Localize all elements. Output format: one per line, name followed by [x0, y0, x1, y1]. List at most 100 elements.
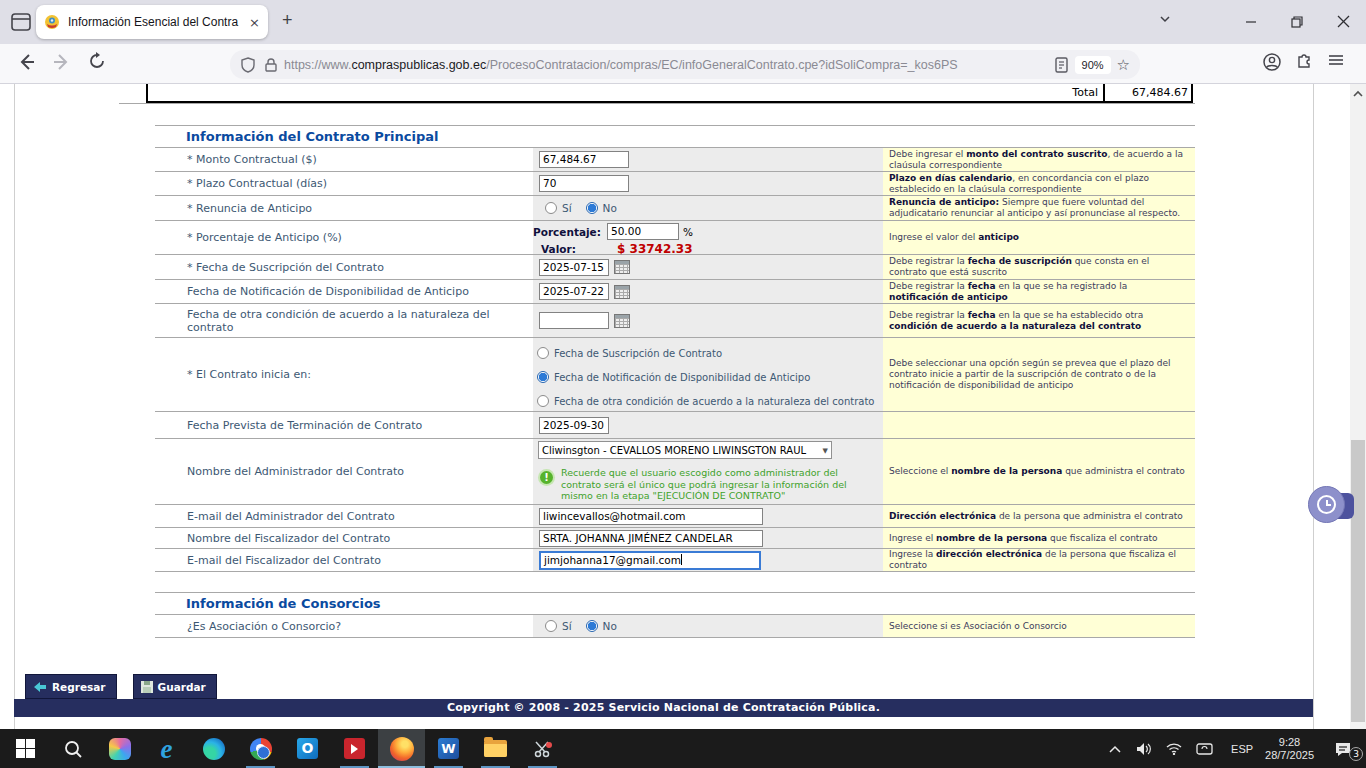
scrollbar-up-icon[interactable]: [1353, 90, 1363, 98]
text-input[interactable]: 2025-09-30: [539, 417, 609, 434]
field-label: * Fecha de Suscripción del Contrato: [187, 261, 384, 274]
floating-clock-widget[interactable]: [1308, 486, 1356, 526]
calendar-icon[interactable]: [614, 314, 630, 328]
taskbar-search[interactable]: [49, 729, 96, 768]
help-text: Seleccione el nombre de la persona que a…: [889, 466, 1185, 477]
text-input[interactable]: [539, 312, 609, 329]
chrome-icon: [250, 738, 272, 760]
forward-icon[interactable]: [52, 52, 76, 76]
lock-icon[interactable]: [264, 57, 278, 72]
valor-anticipo: $ 33742.33: [617, 242, 693, 256]
divider: [119, 103, 1195, 104]
section-title-consorcios: Información de Consorcios: [155, 592, 1195, 615]
restore-button[interactable]: [1274, 13, 1320, 32]
tray-clock[interactable]: 9:2828/7/2025: [1265, 736, 1314, 762]
start-icon: [16, 739, 35, 758]
taskbar-file-explorer[interactable]: [472, 729, 519, 768]
extensions-icon[interactable]: [1296, 52, 1314, 72]
text-input[interactable]: jimjohanna17@gmail.com: [539, 551, 761, 570]
scrollbar-thumb[interactable]: [1351, 440, 1365, 722]
tray-language[interactable]: ESP: [1231, 743, 1253, 755]
taskbar-snipping-tool[interactable]: [519, 729, 566, 768]
zoom-level-badge[interactable]: 90%: [1075, 56, 1111, 74]
radio-button[interactable]: [545, 620, 557, 632]
search-icon: [63, 739, 83, 759]
shield-icon[interactable]: [240, 57, 256, 73]
calendar-icon[interactable]: [614, 285, 630, 299]
new-tab-button[interactable]: +: [282, 10, 293, 31]
help-cell: Debe seleccionar una opción según se pre…: [883, 338, 1195, 411]
help-text: Debe registrar la fecha de suscripción q…: [889, 256, 1189, 278]
reload-icon[interactable]: [88, 52, 112, 76]
taskbar-start[interactable]: [2, 729, 49, 768]
text-input[interactable]: 67,484.67: [539, 151, 629, 168]
form-row-4: * Fecha de Suscripción del Contrato 2025-…: [155, 255, 1195, 280]
word-icon: W: [438, 738, 459, 759]
administrador-select[interactable]: Cliwinsgton - CEVALLOS MORENO LIWINSGTON…: [538, 441, 832, 459]
form-row-0: * Monto Contractual ($)67,484.67Debe ing…: [155, 148, 1195, 172]
form-row-11: Nombre del Fiscalizador del ContratoSRTA…: [155, 528, 1195, 549]
firefox-view-icon[interactable]: [10, 12, 32, 32]
help-text: Seleccione si es Asociación o Consorcio: [889, 621, 1067, 632]
field-control: 2025-09-30: [533, 412, 883, 438]
help-cell: [883, 412, 1195, 438]
notification-count: 3: [1349, 747, 1363, 761]
total-label: Total: [148, 84, 1103, 101]
taskbar-acrobat[interactable]: [331, 729, 378, 768]
tray-wifi-icon[interactable]: [1159, 742, 1189, 755]
radio-button[interactable]: [586, 620, 598, 632]
form-rows: * Monto Contractual ($)67,484.67Debe ing…: [155, 148, 1195, 572]
back-icon[interactable]: [16, 52, 40, 76]
url-text[interactable]: https://www.compraspublicas.gob.ec/Proce…: [284, 58, 1054, 72]
text-input[interactable]: 2025-07-15: [539, 259, 609, 276]
browser-tab[interactable]: Información Esencial del Contra ×: [36, 5, 268, 39]
radio-button[interactable]: [586, 202, 598, 214]
radio-button[interactable]: [537, 347, 549, 359]
taskbar-copilot[interactable]: [96, 729, 143, 768]
help-cell: Seleccione el nombre de la persona que a…: [883, 439, 1195, 504]
field-control: jimjohanna17@gmail.com: [533, 549, 883, 571]
text-input[interactable]: liwincevallos@hotmail.com: [539, 508, 763, 525]
radio-button[interactable]: [545, 202, 557, 214]
taskbar-internet-explorer[interactable]: e: [143, 729, 190, 768]
text-input[interactable]: 50.00: [607, 223, 679, 240]
taskbar-word[interactable]: W: [425, 729, 472, 768]
tray-volume-icon[interactable]: [1129, 742, 1159, 756]
taskbar-edge[interactable]: [190, 729, 237, 768]
file-explorer-icon: [484, 740, 507, 757]
acrobat-icon: [344, 738, 365, 759]
close-button[interactable]: [1320, 13, 1366, 32]
calendar-icon[interactable]: [614, 260, 630, 274]
url-bar[interactable]: https://www.compraspublicas.gob.ec/Proce…: [230, 50, 1140, 79]
field-control: SRTA. JOHANNA JIMÉNEZ CANDELAR: [533, 528, 883, 548]
taskbar-chrome[interactable]: [237, 729, 284, 768]
notification-center-icon[interactable]: 3: [1328, 741, 1358, 757]
taskbar-outlook[interactable]: O: [284, 729, 331, 768]
regresar-button[interactable]: Regresar: [25, 674, 117, 699]
tab-list-icon[interactable]: [1158, 12, 1172, 26]
radio-button[interactable]: [537, 371, 549, 383]
text-input[interactable]: 2025-07-22: [539, 283, 609, 300]
menu-hamburger-icon[interactable]: [1328, 52, 1344, 72]
field-control: [533, 304, 883, 337]
radio-button[interactable]: [537, 395, 549, 407]
reader-mode-icon[interactable]: [1054, 57, 1069, 73]
tray-display-icon[interactable]: [1189, 742, 1219, 756]
text-input[interactable]: SRTA. JOHANNA JIMÉNEZ CANDELAR: [539, 530, 763, 547]
field-label: * Renuncia de Anticipo: [187, 202, 312, 215]
guardar-button[interactable]: Guardar: [133, 674, 217, 699]
account-icon[interactable]: [1262, 52, 1282, 72]
copilot-icon: [109, 738, 131, 760]
web-page: Total 67,484.67 Información del Contrato…: [0, 84, 1366, 729]
section-title-contrato-principal: Información del Contrato Principal: [155, 125, 1195, 148]
tab-close-icon[interactable]: ×: [249, 15, 260, 30]
bookmark-star-icon[interactable]: ☆: [1117, 56, 1130, 74]
taskbar-firefox[interactable]: [378, 729, 425, 768]
text-input[interactable]: 70: [539, 175, 629, 192]
help-text: Debe ingresar el monto del contrato susc…: [889, 149, 1189, 171]
help-text: Dirección electrónica de la persona que …: [889, 511, 1183, 522]
form-row-8: Fecha Prevista de Terminación de Contrat…: [155, 412, 1195, 439]
tray-chevron-icon[interactable]: [1101, 745, 1129, 753]
page-scrollbar[interactable]: [1350, 84, 1366, 729]
minimize-button[interactable]: [1228, 13, 1274, 32]
